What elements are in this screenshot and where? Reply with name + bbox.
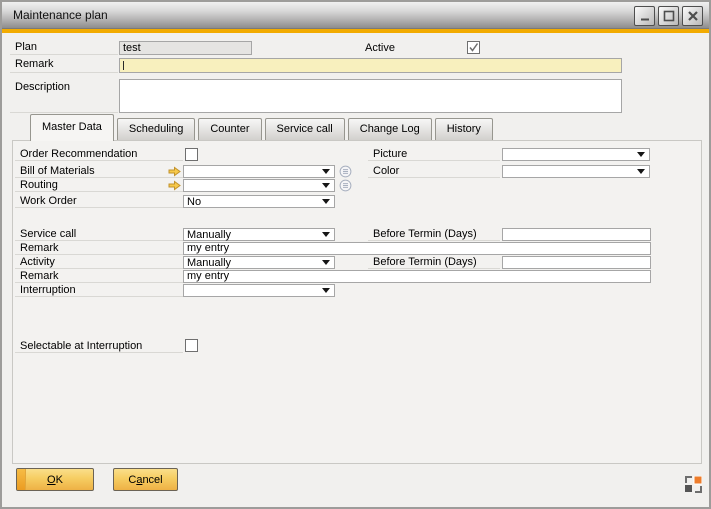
activity-before-termin-value xyxy=(503,257,650,268)
service-call-before-termin-value xyxy=(503,229,650,240)
remark-header-input[interactable] xyxy=(119,58,622,73)
remark-header-value xyxy=(120,59,621,71)
before-termin-days-label: Before Termin (Days) xyxy=(368,256,500,269)
description-label: Description xyxy=(10,79,118,113)
activity-dropdown[interactable]: Manually xyxy=(183,256,335,269)
selectable-at-interruption-checkbox[interactable] xyxy=(185,339,198,352)
dropdown-arrow-icon[interactable] xyxy=(322,183,330,188)
service-call-label: Service call xyxy=(15,228,183,241)
activity-label: Activity xyxy=(15,256,183,269)
combo-detail-icon[interactable] xyxy=(339,179,352,195)
order-recommendation-checkbox[interactable] xyxy=(185,148,198,161)
resize-corner-icon[interactable] xyxy=(685,476,702,496)
close-icon xyxy=(687,10,699,22)
tab-service-call[interactable]: Service call xyxy=(265,118,345,140)
ok-button[interactable]: OK xyxy=(16,468,94,491)
close-button[interactable] xyxy=(682,6,703,26)
dropdown-arrow-icon[interactable] xyxy=(322,260,330,265)
selectable-at-interruption-label: Selectable at Interruption xyxy=(15,340,183,353)
dropdown-arrow-icon[interactable] xyxy=(322,288,330,293)
default-button-strip xyxy=(17,469,26,490)
link-arrow-icon[interactable] xyxy=(168,166,181,180)
plan-label: Plan xyxy=(10,41,118,55)
link-arrow-icon[interactable] xyxy=(168,180,181,194)
tab-history[interactable]: History xyxy=(435,118,493,140)
service-call-dropdown[interactable]: Manually xyxy=(183,228,335,241)
dropdown-arrow-icon[interactable] xyxy=(637,169,645,174)
dropdown-arrow-icon[interactable] xyxy=(637,152,645,157)
remark1-value: my entry xyxy=(184,243,650,254)
maintenance-plan-window: Maintenance plan Plan test Active Remark… xyxy=(0,0,711,509)
color-dropdown[interactable] xyxy=(502,165,650,178)
work-order-dropdown[interactable]: No xyxy=(183,195,335,208)
service-call-before-termin-input[interactable] xyxy=(502,228,651,241)
work-order-label: Work Order xyxy=(15,195,183,208)
service-call-value: Manually xyxy=(187,230,231,240)
active-label: Active xyxy=(365,42,395,55)
remark2-label: Remark xyxy=(15,270,183,283)
active-checkbox[interactable] xyxy=(467,41,480,54)
title-bar[interactable]: Maintenance plan xyxy=(2,2,709,29)
tab-master-data[interactable]: Master Data xyxy=(30,114,114,141)
cancel-button[interactable]: Cancel xyxy=(113,468,178,491)
tab-counter[interactable]: Counter xyxy=(198,118,261,140)
ok-button-label: OK xyxy=(47,474,63,486)
remark1-input[interactable]: my entry xyxy=(183,242,651,255)
plan-value: test xyxy=(120,42,251,54)
routing-label: Routing xyxy=(15,179,183,192)
dropdown-arrow-icon[interactable] xyxy=(322,232,330,237)
accent-bar xyxy=(2,29,709,33)
picture-label: Picture xyxy=(368,148,500,161)
activity-before-termin-input[interactable] xyxy=(502,256,651,269)
remark2-input[interactable]: my entry xyxy=(183,270,651,283)
order-recommendation-label: Order Recommendation xyxy=(15,148,183,161)
tab-change-log[interactable]: Change Log xyxy=(348,118,432,140)
description-value xyxy=(120,80,621,91)
text-cursor xyxy=(123,61,124,70)
description-input[interactable] xyxy=(119,79,622,113)
activity-value: Manually xyxy=(187,258,231,268)
plan-input[interactable]: test xyxy=(119,41,252,55)
routing-dropdown[interactable] xyxy=(183,179,335,192)
work-order-value: No xyxy=(187,197,201,207)
cancel-button-label: Cancel xyxy=(128,474,162,486)
before-termin-days-label: Before Termin (Days) xyxy=(368,228,500,241)
tab-bar: Master Data Scheduling Counter Service c… xyxy=(30,115,493,141)
maximize-button[interactable] xyxy=(658,6,679,26)
bill-of-materials-dropdown[interactable] xyxy=(183,165,335,178)
maximize-icon xyxy=(663,10,675,22)
picture-dropdown[interactable] xyxy=(502,148,650,161)
remark-header-label: Remark xyxy=(10,58,118,73)
dropdown-arrow-icon[interactable] xyxy=(322,199,330,204)
minimize-button[interactable] xyxy=(634,6,655,26)
minimize-icon xyxy=(639,10,651,22)
interruption-dropdown[interactable] xyxy=(183,284,335,297)
remark2-value: my entry xyxy=(184,271,650,282)
checkmark-icon xyxy=(468,44,479,56)
bill-of-materials-label: Bill of Materials xyxy=(15,165,183,178)
interruption-label: Interruption xyxy=(15,284,183,297)
remark1-label: Remark xyxy=(15,242,183,255)
dropdown-arrow-icon[interactable] xyxy=(322,169,330,174)
color-label: Color xyxy=(368,165,500,178)
tab-scheduling[interactable]: Scheduling xyxy=(117,118,195,140)
window-title: Maintenance plan xyxy=(13,2,108,29)
